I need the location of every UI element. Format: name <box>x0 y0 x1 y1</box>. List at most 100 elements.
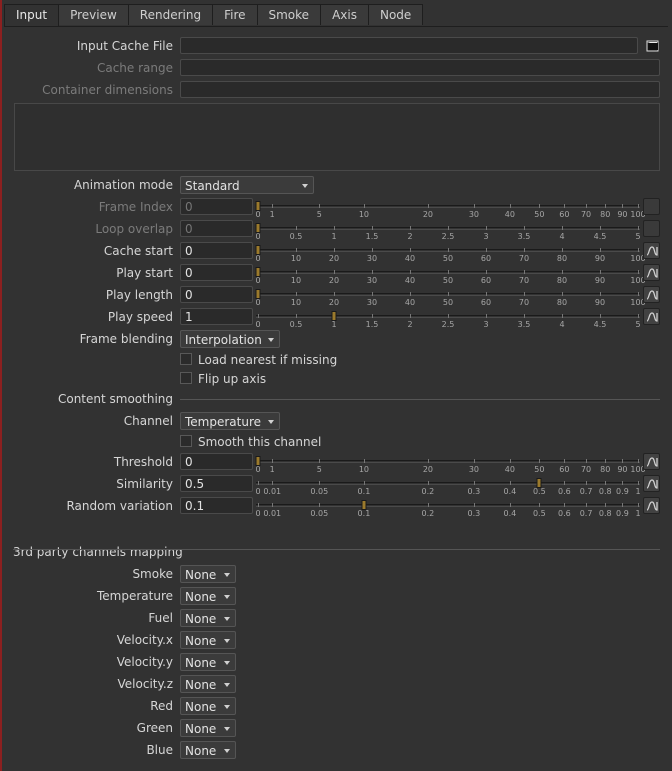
slider-tick <box>363 204 365 208</box>
slider-tick-label: 2.5 <box>441 320 455 329</box>
similarity-slider[interactable]: 0 0.01 0.05 0.1 0.2 0.3 0.4 0.5 0.6 0.7 0.8 0.9 1 <box>255 478 641 498</box>
slider-tick <box>509 459 511 463</box>
load-nearest-checkbox[interactable] <box>180 353 192 365</box>
animation-curve-icon[interactable] <box>643 453 660 470</box>
smooth-channel-checkbox-row[interactable]: Smooth this channel <box>180 434 321 450</box>
tab-smoke[interactable]: Smoke <box>256 4 322 25</box>
random-variation-slider[interactable]: 0 0.01 0.05 0.1 0.2 0.3 0.4 0.5 0.6 0.7 0.8 0.9 1 <box>255 500 641 520</box>
slider-tick-label: 3.5 <box>517 232 531 241</box>
mapping-dropdown[interactable]: None <box>180 609 236 627</box>
slider-tick-label: 0.01 <box>263 487 282 496</box>
slider-tick <box>473 481 475 485</box>
animation-curve-icon[interactable] <box>643 308 660 325</box>
slider-tick <box>410 226 411 230</box>
random-variation-field[interactable]: 0.1 <box>180 497 253 514</box>
slider-track[interactable] <box>256 482 640 483</box>
animation-curve-icon[interactable] <box>643 264 660 281</box>
mapping-dropdown[interactable]: None <box>180 697 236 715</box>
slider-handle[interactable] <box>255 289 261 299</box>
similarity-field[interactable]: 0.5 <box>180 475 253 492</box>
mapping-dropdown[interactable]: None <box>180 587 236 605</box>
slider-handle[interactable] <box>255 267 261 277</box>
slider-tick <box>427 204 429 208</box>
slider-tick <box>410 270 411 274</box>
tab-preview[interactable]: Preview <box>58 4 129 25</box>
animation-curve-icon[interactable] <box>643 242 660 259</box>
slider-tick-label: 40 <box>404 276 416 285</box>
mapping-dropdown[interactable]: None <box>180 631 236 649</box>
slider-handle[interactable] <box>255 201 261 211</box>
slider-track[interactable] <box>256 460 640 461</box>
slider-tick-label: 0 <box>255 276 261 285</box>
mapping-dropdown[interactable]: None <box>180 565 236 583</box>
slider-tick-label: 0.8 <box>598 509 612 518</box>
mapping-dropdown[interactable]: None <box>180 653 236 671</box>
slider-tick <box>509 481 511 485</box>
threshold-slider[interactable]: 0 1 5 10 20 30 40 50 60 70 80 90 100 <box>255 456 646 476</box>
slider-handle[interactable] <box>361 500 367 510</box>
play-length-slider[interactable]: 0 10 20 30 40 50 60 70 80 90 100 <box>255 289 646 309</box>
mapping-dropdown[interactable]: None <box>180 675 236 693</box>
slider-handle[interactable] <box>255 456 261 466</box>
folder-icon[interactable] <box>644 37 661 54</box>
slider-tick <box>562 314 563 318</box>
slider-track[interactable] <box>256 205 640 206</box>
slider-tick <box>334 248 335 252</box>
slider-track[interactable] <box>256 504 640 505</box>
info-text-area[interactable] <box>14 103 660 171</box>
animation-curve-icon[interactable] <box>643 475 660 492</box>
play-speed-slider[interactable]: 0 0.5 1 1.5 2 2.5 3 3.5 4 4.5 5 <box>255 311 641 331</box>
cache-start-field[interactable]: 0 <box>180 242 253 259</box>
frame-index-anim-button[interactable] <box>643 198 660 215</box>
slider-tick <box>473 204 475 208</box>
input-cache-file-field[interactable] <box>180 37 638 54</box>
slider-handle[interactable] <box>255 245 261 255</box>
slider-handle[interactable] <box>255 223 261 233</box>
channel-dropdown[interactable]: Temperature <box>180 412 280 430</box>
slider-tick-label: 5 <box>316 465 322 474</box>
loop-overlap-field[interactable]: 0 <box>180 220 253 237</box>
frame-blending-dropdown[interactable]: Interpolation <box>180 330 280 348</box>
cache-start-slider[interactable]: 0 10 20 30 40 50 60 70 80 90 100 <box>255 245 646 265</box>
animation-curve-icon[interactable] <box>643 286 660 303</box>
flip-up-axis-checkbox-row[interactable]: Flip up axis <box>180 371 266 387</box>
slider-tick <box>258 314 259 318</box>
flip-up-axis-checkbox[interactable] <box>180 372 192 384</box>
tab-rendering[interactable]: Rendering <box>127 4 214 25</box>
threshold-field[interactable]: 0 <box>180 453 253 470</box>
slider-tick-label: 70 <box>518 254 530 263</box>
frame-blending-value: Interpolation <box>185 333 262 347</box>
slider-tick <box>334 226 335 230</box>
tab-fire[interactable]: Fire <box>212 4 258 25</box>
slider-tick <box>562 226 563 230</box>
loop-overlap-anim-button[interactable] <box>643 220 660 237</box>
tab-axis[interactable]: Axis <box>320 4 369 25</box>
mapping-dropdown[interactable]: None <box>180 719 236 737</box>
loop-overlap-slider[interactable]: 0 0.5 1 1.5 2 2.5 3 3.5 4 4.5 5 <box>255 223 641 243</box>
play-speed-field[interactable]: 1 <box>180 308 253 325</box>
slider-track-shadow <box>256 484 640 485</box>
content-smoothing-title: Content smoothing <box>57 392 173 406</box>
slider-tick <box>564 204 566 208</box>
animation-mode-dropdown[interactable]: Standard <box>180 176 314 194</box>
slider-handle[interactable] <box>331 311 337 321</box>
play-start-slider[interactable]: 0 10 20 30 40 50 60 70 80 90 100 <box>255 267 646 287</box>
slider-tick <box>509 204 511 208</box>
tab-node[interactable]: Node <box>367 4 424 25</box>
slider-tick <box>600 270 601 274</box>
smooth-channel-checkbox[interactable] <box>180 435 192 447</box>
slider-tick-label: 4.5 <box>593 320 607 329</box>
frame-index-slider[interactable]: 0 1 5 10 20 30 40 50 60 70 80 90 100 <box>255 201 646 221</box>
load-nearest-checkbox-row[interactable]: Load nearest if missing <box>180 352 337 368</box>
frame-index-label: Frame Index <box>98 200 173 214</box>
slider-tick <box>524 270 525 274</box>
slider-tick-label: 3 <box>483 320 489 329</box>
slider-handle[interactable] <box>536 478 542 488</box>
chevron-down-icon <box>224 661 230 665</box>
mapping-dropdown[interactable]: None <box>180 741 236 759</box>
play-start-field[interactable]: 0 <box>180 264 253 281</box>
play-length-field[interactable]: 0 <box>180 286 253 303</box>
tab-input[interactable]: Input <box>4 4 60 26</box>
frame-index-field[interactable]: 0 <box>180 198 253 215</box>
animation-curve-icon[interactable] <box>643 497 660 514</box>
